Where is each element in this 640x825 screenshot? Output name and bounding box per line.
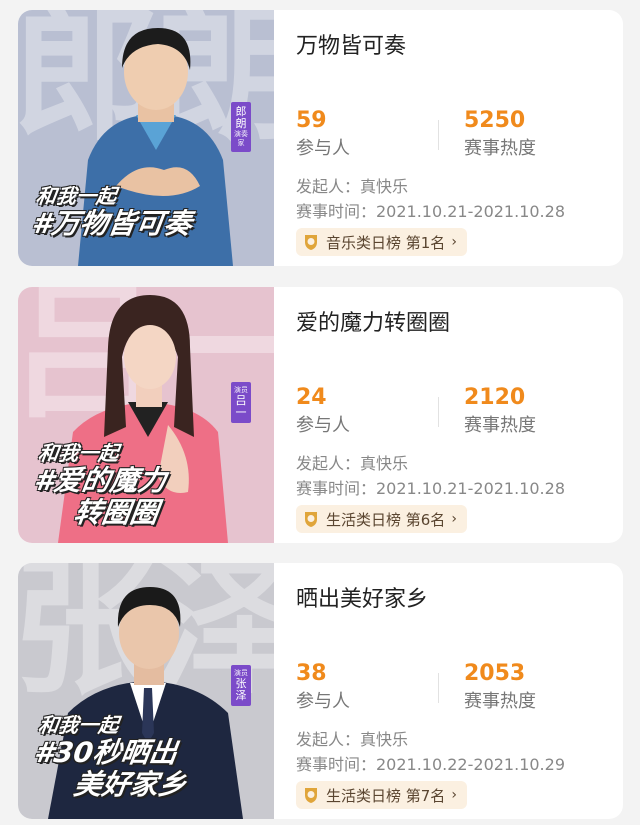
card-info: 晒出美好家乡 38 参与人 2053 赛事热度 发起人：真快乐 赛事时间：202… bbox=[296, 563, 616, 819]
card-title[interactable]: 晒出美好家乡 bbox=[296, 581, 428, 613]
cover-slogan: 和我一起 #万物皆可奏 bbox=[30, 184, 195, 240]
chevron-right-icon: › bbox=[451, 511, 457, 527]
rank-text: 生活类日榜 第6名 bbox=[326, 510, 446, 529]
heat-value: 5250 bbox=[464, 108, 526, 133]
medal-icon bbox=[305, 512, 317, 527]
participants-stat: 38 参与人 bbox=[296, 661, 350, 715]
participants-stat: 24 参与人 bbox=[296, 385, 350, 439]
chevron-right-icon: › bbox=[451, 234, 457, 250]
participants-count: 59 bbox=[296, 108, 327, 133]
rank-badge[interactable]: 音乐类日榜 第1名 › bbox=[296, 228, 467, 256]
heat-label: 赛事热度 bbox=[464, 691, 536, 712]
stat-divider bbox=[438, 120, 439, 150]
rank-badge[interactable]: 生活类日榜 第7名 › bbox=[296, 781, 467, 809]
rank-badge[interactable]: 生活类日榜 第6名 › bbox=[296, 505, 467, 533]
rank-text: 生活类日榜 第7名 bbox=[326, 786, 446, 805]
rank-text: 音乐类日榜 第1名 bbox=[326, 233, 446, 252]
card-info: 万物皆可奏 59 参与人 5250 赛事热度 发起人：真快乐 赛事时间：2021… bbox=[296, 10, 616, 266]
heat-stat: 2053 赛事热度 bbox=[464, 661, 536, 715]
heat-label: 赛事热度 bbox=[464, 415, 536, 436]
cover-name-tag: 郎朗 演奏家 bbox=[231, 102, 251, 152]
cover-image[interactable]: 张泽 演员 张泽 和我一起 #30秒晒出 美好家乡 bbox=[18, 563, 274, 819]
challenge-card[interactable]: 张泽 演员 张泽 和我一起 #30秒晒出 美好家乡 晒出美好家乡 bbox=[18, 563, 623, 819]
participants-stat: 59 参与人 bbox=[296, 108, 350, 162]
event-time-text: 赛事时间：2021.10.21-2021.10.28 bbox=[296, 479, 565, 498]
cover-name-tag: 演员 张泽 bbox=[231, 665, 251, 706]
participants-label: 参与人 bbox=[296, 691, 350, 712]
participants-label: 参与人 bbox=[296, 415, 350, 436]
participants-count: 38 bbox=[296, 661, 327, 686]
chevron-right-icon: › bbox=[451, 787, 457, 803]
card-title[interactable]: 爱的魔力转圈圈 bbox=[296, 305, 450, 337]
initiator-text: 发起人：真快乐 bbox=[296, 177, 409, 196]
heat-label: 赛事热度 bbox=[464, 138, 536, 159]
challenge-list: 郎朗 郎朗 演奏家 和我一起 #万物皆可奏 万物皆可奏 59 参与 bbox=[0, 0, 640, 825]
challenge-card[interactable]: 郎朗 郎朗 演奏家 和我一起 #万物皆可奏 万物皆可奏 59 参与 bbox=[18, 10, 623, 266]
cover-name-tag: 演员 吕一 bbox=[231, 382, 251, 423]
cover-image[interactable]: 吕一 演员 吕一 和我一起 #爱的魔力 转圈圈 bbox=[18, 287, 274, 543]
initiator-text: 发起人：真快乐 bbox=[296, 454, 409, 473]
heat-stat: 5250 赛事热度 bbox=[464, 108, 536, 162]
participants-count: 24 bbox=[296, 385, 327, 410]
heat-value: 2053 bbox=[464, 661, 526, 686]
heat-value: 2120 bbox=[464, 385, 526, 410]
cover-slogan: 和我一起 #30秒晒出 美好家乡 bbox=[32, 713, 189, 801]
initiator-text: 发起人：真快乐 bbox=[296, 730, 409, 749]
cover-slogan: 和我一起 #爱的魔力 转圈圈 bbox=[32, 441, 169, 529]
stat-divider bbox=[438, 673, 439, 703]
challenge-card[interactable]: 吕一 演员 吕一 和我一起 #爱的魔力 转圈圈 爱的魔力转圈圈 2 bbox=[18, 287, 623, 543]
card-title[interactable]: 万物皆可奏 bbox=[296, 28, 406, 60]
event-time-text: 赛事时间：2021.10.21-2021.10.28 bbox=[296, 202, 565, 221]
participants-label: 参与人 bbox=[296, 138, 350, 159]
medal-icon bbox=[305, 788, 317, 803]
card-info: 爱的魔力转圈圈 24 参与人 2120 赛事热度 发起人：真快乐 赛事时间：20… bbox=[296, 287, 616, 543]
medal-icon bbox=[305, 235, 317, 250]
cover-image[interactable]: 郎朗 郎朗 演奏家 和我一起 #万物皆可奏 bbox=[18, 10, 274, 266]
event-time-text: 赛事时间：2021.10.22-2021.10.29 bbox=[296, 755, 565, 774]
stat-divider bbox=[438, 397, 439, 427]
heat-stat: 2120 赛事热度 bbox=[464, 385, 536, 439]
